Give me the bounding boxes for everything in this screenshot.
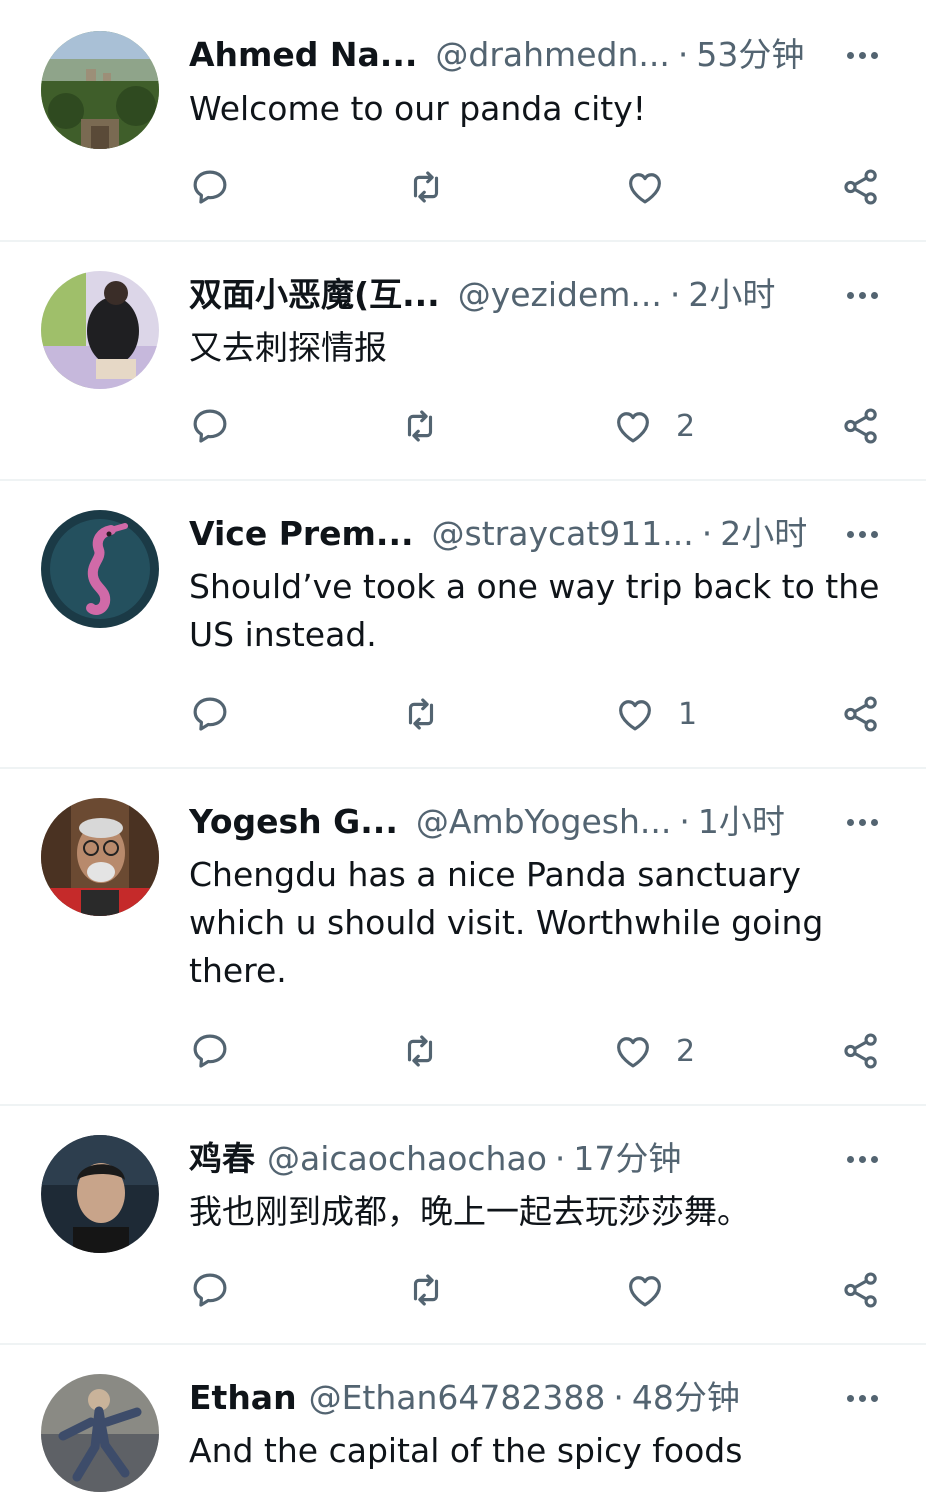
share-icon <box>844 1033 877 1069</box>
reply-text: Should’ve took a one way trip back to th… <box>189 567 880 654</box>
share-icon <box>844 1272 877 1308</box>
share-button[interactable] <box>840 1021 882 1081</box>
share-icon <box>844 408 877 444</box>
reply-button[interactable] <box>189 684 231 744</box>
reply-text: Welcome to our panda city! <box>189 89 646 128</box>
action-bar: 2 <box>0 396 926 456</box>
like-button[interactable]: 2 <box>612 1021 695 1081</box>
reply-button[interactable] <box>189 1021 231 1081</box>
action-bar <box>0 157 926 217</box>
share-button[interactable] <box>840 1260 882 1320</box>
reply-text: Chengdu has a nice Panda sanctuary which… <box>189 855 824 990</box>
comment-icon <box>193 409 227 443</box>
display-name[interactable]: Vice Prem... <box>189 512 414 556</box>
reply-button[interactable] <box>189 1260 231 1320</box>
share-button[interactable] <box>840 396 882 456</box>
separator-dot: · <box>554 1139 566 1178</box>
action-bar: 1 <box>0 684 926 744</box>
separator-dot: · <box>677 35 689 74</box>
separator-dot: · <box>679 802 690 841</box>
share-button[interactable] <box>840 684 882 744</box>
display-name[interactable]: 鸡春 <box>189 1137 255 1181</box>
more-options-icon[interactable] <box>840 519 884 549</box>
timestamp[interactable]: 2小时 <box>688 273 775 317</box>
retweet-icon <box>408 698 434 730</box>
display-name[interactable]: Ethan <box>189 1376 297 1420</box>
reply-text: 我也刚到成都，晚上一起去玩莎莎舞。 <box>189 1192 750 1231</box>
retweet-button[interactable] <box>400 684 442 744</box>
like-button[interactable]: 2 <box>612 396 695 456</box>
heart-icon <box>617 1037 649 1068</box>
retweet-button[interactable] <box>399 1021 441 1081</box>
retweet-icon <box>413 171 439 203</box>
display-name[interactable]: 双面小恶魔(互... <box>189 273 440 317</box>
heart-icon <box>629 173 661 204</box>
display-name[interactable]: Yogesh G... <box>189 800 398 844</box>
comment-icon <box>193 1273 227 1307</box>
separator-dot: · <box>669 275 681 314</box>
user-handle[interactable]: @AmbYogesh... <box>416 800 671 844</box>
comment-icon <box>193 170 227 204</box>
separator-dot: · <box>613 1378 624 1417</box>
like-count: 2 <box>676 1033 696 1069</box>
more-options-icon[interactable] <box>840 1144 884 1174</box>
share-icon <box>844 696 877 732</box>
reply-text: 又去刺探情报 <box>189 328 387 367</box>
heart-icon <box>619 700 651 731</box>
like-button[interactable] <box>624 157 688 217</box>
separator-dot: · <box>701 514 713 553</box>
person-avatar[interactable] <box>41 271 159 389</box>
retweet-button[interactable] <box>399 396 441 456</box>
like-count: 1 <box>678 696 698 732</box>
divider <box>0 1104 926 1106</box>
user-handle[interactable]: @drahmedn... <box>435 33 669 77</box>
cityscape-avatar[interactable] <box>41 31 159 149</box>
display-name[interactable]: Ahmed Na... <box>189 33 417 77</box>
retweet-icon <box>407 1035 433 1067</box>
retweet-button[interactable] <box>405 1260 447 1320</box>
like-button[interactable]: 1 <box>614 684 697 744</box>
user-handle[interactable]: @yezidem... <box>458 273 662 317</box>
more-options-icon[interactable] <box>840 807 884 837</box>
divider <box>0 767 926 769</box>
comment-icon <box>193 1034 227 1068</box>
retweet-icon <box>413 1274 439 1306</box>
comment-icon <box>193 697 227 731</box>
figure-avatar[interactable] <box>41 1374 159 1492</box>
timestamp[interactable]: 17分钟 <box>573 1137 681 1181</box>
user-handle[interactable]: @straycat911... <box>432 512 694 556</box>
reply-text: And the capital of the spicy foods <box>189 1431 743 1470</box>
heart-icon <box>629 1276 661 1307</box>
share-button[interactable] <box>840 157 882 217</box>
share-icon <box>844 169 877 205</box>
timestamp[interactable]: 1小时 <box>698 800 785 844</box>
retweet-button[interactable] <box>405 157 447 217</box>
more-options-icon[interactable] <box>840 40 884 70</box>
timestamp[interactable]: 53分钟 <box>696 33 804 77</box>
heart-icon <box>617 412 649 443</box>
user-handle[interactable]: @aicaochaochao <box>267 1137 547 1181</box>
action-bar: 2 <box>0 1021 926 1081</box>
man-with-glasses-avatar[interactable] <box>41 798 159 916</box>
timestamp[interactable]: 48分钟 <box>632 1376 740 1420</box>
seahorse-avatar[interactable] <box>41 510 159 628</box>
divider <box>0 240 926 242</box>
retweet-icon <box>407 410 433 442</box>
man-portrait-avatar[interactable] <box>41 1135 159 1253</box>
more-options-icon[interactable] <box>840 1383 884 1413</box>
action-bar <box>0 1260 926 1320</box>
user-handle[interactable]: @Ethan64782388 <box>309 1376 606 1420</box>
reply-button[interactable] <box>189 157 231 217</box>
more-options-icon[interactable] <box>840 280 884 310</box>
like-count: 2 <box>676 408 696 444</box>
timestamp[interactable]: 2小时 <box>720 512 806 556</box>
reply-button[interactable] <box>189 396 231 456</box>
like-button[interactable] <box>624 1260 688 1320</box>
divider <box>0 479 926 481</box>
divider <box>0 1343 926 1345</box>
